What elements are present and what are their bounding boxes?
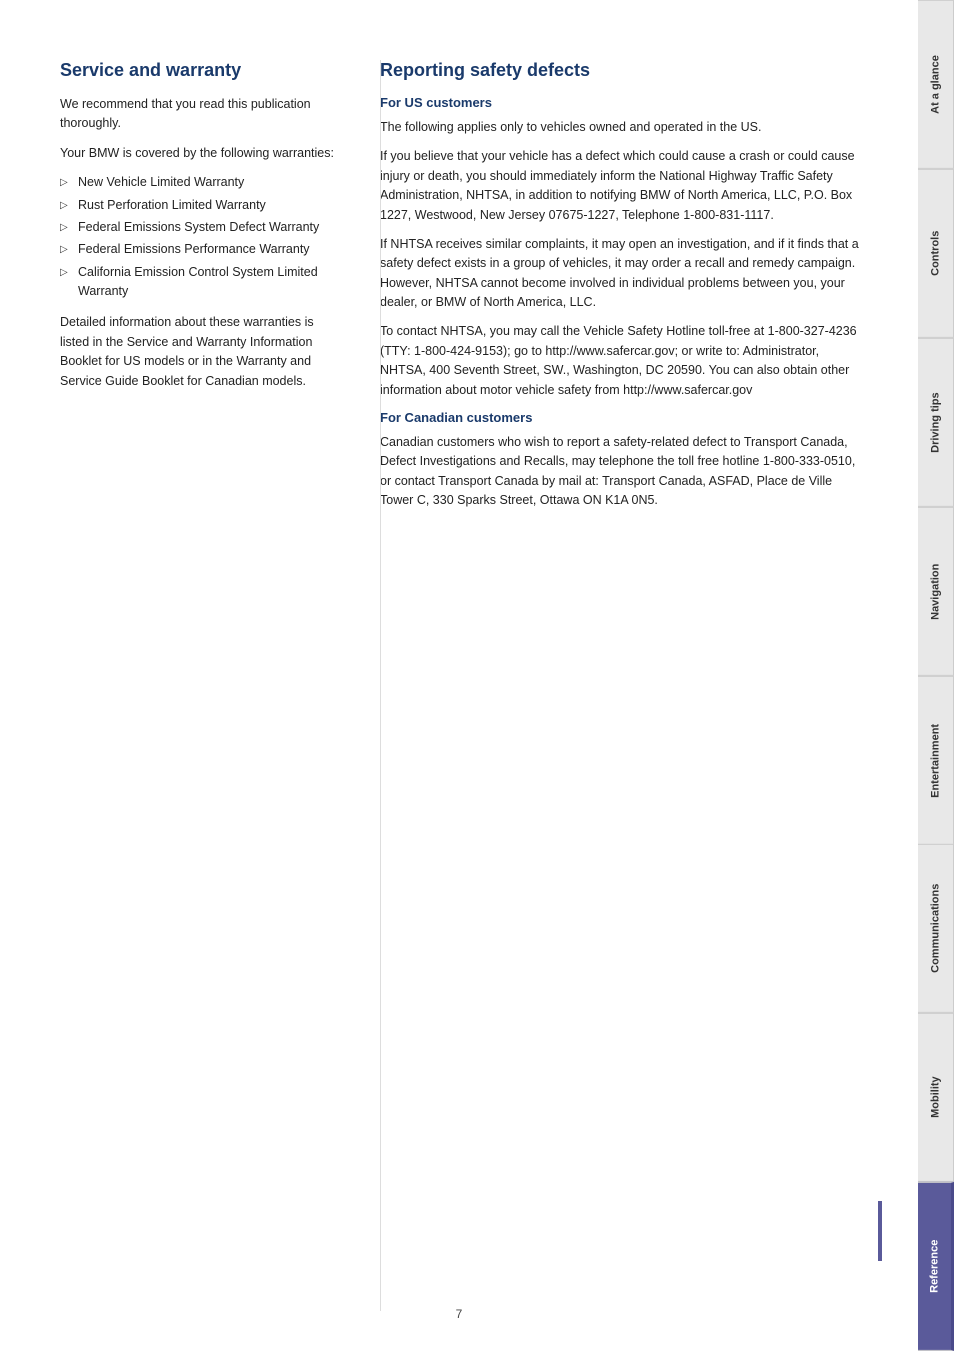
reporting-defects-title: Reporting safety defects bbox=[380, 60, 868, 81]
sidebar-tab-driving-tips[interactable]: Driving tips bbox=[918, 338, 954, 507]
sidebar-tab-reference[interactable]: Reference bbox=[918, 1182, 954, 1351]
left-column: Service and warranty We recommend that y… bbox=[60, 60, 340, 520]
us-para-4: To contact NHTSA, you may call the Vehic… bbox=[380, 322, 868, 400]
column-divider bbox=[380, 60, 381, 1311]
canada-customers-subtitle: For Canadian customers bbox=[380, 410, 868, 425]
sidebar-tab-mobility[interactable]: Mobility bbox=[918, 1013, 954, 1182]
service-intro-2: Your BMW is covered by the following war… bbox=[60, 144, 340, 163]
us-para-3: If NHTSA receives similar complaints, it… bbox=[380, 235, 868, 313]
list-item: Rust Perforation Limited Warranty bbox=[60, 196, 340, 215]
sidebar-tab-communications[interactable]: Communications bbox=[918, 844, 954, 1013]
sidebar-tab-entertainment[interactable]: Entertainment bbox=[918, 676, 954, 845]
list-item: California Emission Control System Limit… bbox=[60, 263, 340, 302]
page-number: 7 bbox=[456, 1307, 463, 1321]
list-item: Federal Emissions Performance Warranty bbox=[60, 240, 340, 259]
main-content: Service and warranty We recommend that y… bbox=[0, 0, 918, 1351]
sidebar-tab-at-a-glance[interactable]: At a glance bbox=[918, 0, 954, 169]
tab-indicator bbox=[878, 1201, 882, 1261]
sidebar: At a glance Controls Driving tips Naviga… bbox=[918, 0, 954, 1351]
right-column: Reporting safety defects For US customer… bbox=[380, 60, 868, 520]
sidebar-tab-navigation[interactable]: Navigation bbox=[918, 507, 954, 676]
service-intro-1: We recommend that you read this publicat… bbox=[60, 95, 340, 134]
list-item: New Vehicle Limited Warranty bbox=[60, 173, 340, 192]
service-warranty-title: Service and warranty bbox=[60, 60, 340, 81]
canada-para-1: Canadian customers who wish to report a … bbox=[380, 433, 868, 511]
list-item: Federal Emissions System Defect Warranty bbox=[60, 218, 340, 237]
us-para-1: The following applies only to vehicles o… bbox=[380, 118, 868, 137]
us-para-2: If you believe that your vehicle has a d… bbox=[380, 147, 868, 225]
us-customers-subtitle: For US customers bbox=[380, 95, 868, 110]
warranty-list: New Vehicle Limited Warranty Rust Perfor… bbox=[60, 173, 340, 301]
sidebar-tab-controls[interactable]: Controls bbox=[918, 169, 954, 338]
service-footer: Detailed information about these warrant… bbox=[60, 313, 340, 391]
